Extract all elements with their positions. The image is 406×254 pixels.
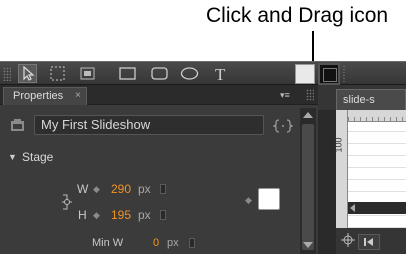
panel-scrollbar[interactable] xyxy=(300,108,316,254)
height-unit[interactable]: px xyxy=(138,208,151,222)
link-dimensions-icon[interactable] xyxy=(60,193,74,211)
document-icon xyxy=(10,119,25,132)
stage-section-header[interactable]: ▼ Stage xyxy=(0,149,300,167)
min-width-unit[interactable]: px xyxy=(167,237,179,249)
panel-grip-icon[interactable] xyxy=(306,89,314,101)
keyframe-diamond-icon[interactable]: ◆ xyxy=(93,184,100,195)
rounded-rectangle-icon[interactable] xyxy=(150,64,169,83)
code-braces-icon[interactable] xyxy=(272,119,294,133)
panel-menu-icon[interactable]: ▾≡ xyxy=(280,89,298,101)
document-tabbar: slide-s xyxy=(318,85,406,110)
marquee-select-icon[interactable] xyxy=(48,64,67,83)
width-label: W xyxy=(77,182,89,196)
width-value[interactable]: 290 xyxy=(111,182,131,196)
tab-properties[interactable]: Properties × xyxy=(3,87,87,105)
select-arrow-icon[interactable] xyxy=(18,64,37,83)
keyframe-diamond-icon[interactable]: ◆ xyxy=(245,195,252,206)
stage-view: slide-s 100 xyxy=(318,85,406,254)
width-lock-icon[interactable] xyxy=(160,184,166,194)
min-width-lock-icon[interactable] xyxy=(189,238,195,248)
properties-panel: Properties × ▾≡ My First Slideshow ▼ Sta… xyxy=(0,85,318,254)
height-lock-icon[interactable] xyxy=(160,210,166,220)
vertical-ruler: 100 xyxy=(333,110,348,228)
document-name-field[interactable]: My First Slideshow xyxy=(34,115,264,135)
scroll-left-icon[interactable] xyxy=(350,204,355,212)
crosshair-icon[interactable] xyxy=(340,232,356,248)
callout-line xyxy=(312,31,314,61)
toolbar-grip-icon[interactable] xyxy=(3,67,11,81)
crop-icon[interactable] xyxy=(78,64,97,83)
height-value[interactable]: 195 xyxy=(111,208,131,222)
height-label: H xyxy=(78,208,87,222)
toolbar: T xyxy=(0,61,406,85)
close-icon[interactable]: × xyxy=(75,88,81,104)
keyframe-diamond-icon[interactable]: ◆ xyxy=(93,210,100,221)
disclosure-triangle-icon[interactable]: ▼ xyxy=(8,152,17,162)
svg-text:T: T xyxy=(215,65,226,83)
rectangle-icon[interactable] xyxy=(118,64,137,83)
side-gutter xyxy=(318,110,337,254)
tab-document[interactable]: slide-s xyxy=(336,89,406,110)
toolbar-divider xyxy=(343,65,345,83)
scrollbar-thumb[interactable] xyxy=(302,124,314,250)
min-width-value[interactable]: 0 xyxy=(153,237,159,249)
stroke-color-swatch[interactable] xyxy=(318,63,340,85)
horizontal-scrollbar[interactable] xyxy=(348,202,406,214)
width-unit[interactable]: px xyxy=(138,182,151,196)
stage-section-label: Stage xyxy=(22,150,54,164)
text-icon[interactable]: T xyxy=(212,64,231,83)
ruler-label: 100 xyxy=(333,137,344,153)
stage-color-swatch[interactable] xyxy=(258,188,280,210)
min-width-label: Min W xyxy=(92,237,124,249)
stage-canvas[interactable]: 100 xyxy=(333,110,406,228)
ellipse-icon[interactable] xyxy=(180,64,199,83)
scroll-down-icon[interactable] xyxy=(303,242,313,248)
panel-header: Properties × ▾≡ xyxy=(0,85,318,105)
horizontal-ruler xyxy=(348,110,406,122)
scroll-up-icon[interactable] xyxy=(303,112,313,118)
go-to-start-button[interactable] xyxy=(358,234,380,250)
callout-label: Click and Drag icon xyxy=(206,4,389,27)
timeline-controls xyxy=(336,228,406,254)
fill-color-swatch[interactable] xyxy=(295,64,315,84)
tab-properties-label: Properties xyxy=(13,90,64,102)
